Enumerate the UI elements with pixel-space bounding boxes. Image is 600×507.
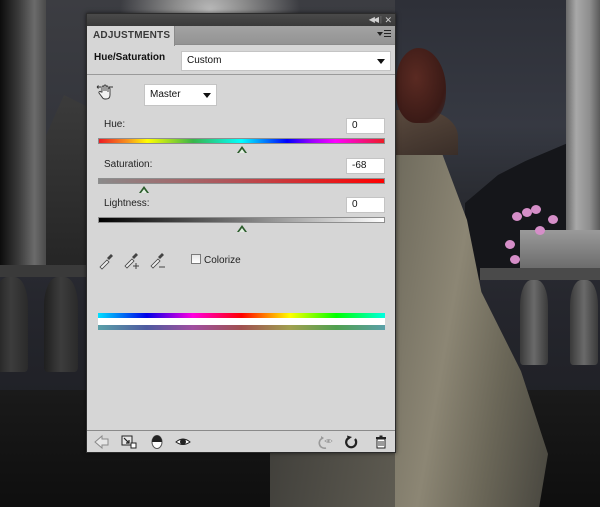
flower <box>510 255 520 264</box>
flower <box>512 212 522 221</box>
eyedropper-subtract-icon[interactable] <box>149 252 167 270</box>
toggle-visibility-icon[interactable] <box>175 434 191 450</box>
back-arrow-icon[interactable] <box>94 434 110 450</box>
tab-adjustments[interactable]: ADJUSTMENTS <box>87 26 175 46</box>
flower <box>505 240 515 249</box>
color-range-gap <box>98 318 385 325</box>
hue-label: Hue: <box>104 119 126 130</box>
chevron-down-icon <box>203 93 211 98</box>
view-previous-state-icon[interactable] <box>149 434 165 450</box>
balustrade-rail-right <box>480 268 600 280</box>
color-range-bars <box>98 313 385 330</box>
eyedropper-group <box>97 252 187 272</box>
collapse-icon[interactable]: ◀◀ <box>369 14 379 26</box>
baluster <box>0 277 28 372</box>
channel-value: Master <box>150 89 181 100</box>
baluster <box>520 280 548 365</box>
panel-menu-arrow <box>377 32 383 36</box>
adjustments-panel: ◀◀ | ✕ ADJUSTMENTS Hue/Saturation Custom… <box>86 13 396 453</box>
saturation-slider-track[interactable] <box>98 178 385 184</box>
panel-titlebar[interactable]: ◀◀ | ✕ <box>87 14 395 26</box>
chevron-down-icon <box>377 59 385 64</box>
colorize-checkbox-box[interactable] <box>191 254 201 264</box>
colorize-checkbox[interactable]: Colorize <box>191 254 241 268</box>
hue-input[interactable]: 0 <box>346 118 385 134</box>
preset-dropdown[interactable]: Custom <box>181 51 391 71</box>
colorize-label: Colorize <box>204 255 241 266</box>
flower <box>535 226 545 235</box>
titlebar-separator: | <box>379 15 382 24</box>
trash-icon[interactable] <box>373 434 389 450</box>
clip-to-layer-icon[interactable] <box>121 434 137 450</box>
eyedropper-icon[interactable] <box>97 252 115 270</box>
reset-icon[interactable] <box>343 434 359 450</box>
targeted-adjustment-hand-icon[interactable] <box>96 83 114 101</box>
lightness-input[interactable]: 0 <box>346 197 385 213</box>
adjustment-name: Hue/Saturation <box>94 52 166 63</box>
close-icon[interactable]: ✕ <box>384 14 392 26</box>
previous-state-icon[interactable] <box>317 434 333 450</box>
flower <box>548 215 558 224</box>
pillar-right-base <box>520 230 600 270</box>
lightness-label: Lightness: <box>104 198 150 209</box>
baluster <box>44 277 78 372</box>
panel-tabbar: ADJUSTMENTS <box>87 26 395 46</box>
pillar-left <box>0 0 46 270</box>
hue-slider-track[interactable] <box>98 138 385 144</box>
output-color-bar <box>98 325 385 330</box>
preset-value: Custom <box>187 55 222 66</box>
preset-row: Hue/Saturation Custom <box>87 45 395 75</box>
lightness-slider-track[interactable] <box>98 217 385 223</box>
balustrade-rail-left <box>0 265 90 277</box>
saturation-input[interactable]: -68 <box>346 158 385 174</box>
eyedropper-add-icon[interactable] <box>123 252 141 270</box>
panel-menu-lines <box>384 30 391 39</box>
saturation-label: Saturation: <box>104 159 153 170</box>
panel-menu-icon[interactable] <box>377 30 391 40</box>
pillar-right <box>566 0 600 240</box>
flower <box>531 205 541 214</box>
channel-dropdown[interactable]: Master <box>144 84 217 106</box>
panel-bottom-toolbar <box>87 430 395 452</box>
baluster <box>570 280 598 365</box>
